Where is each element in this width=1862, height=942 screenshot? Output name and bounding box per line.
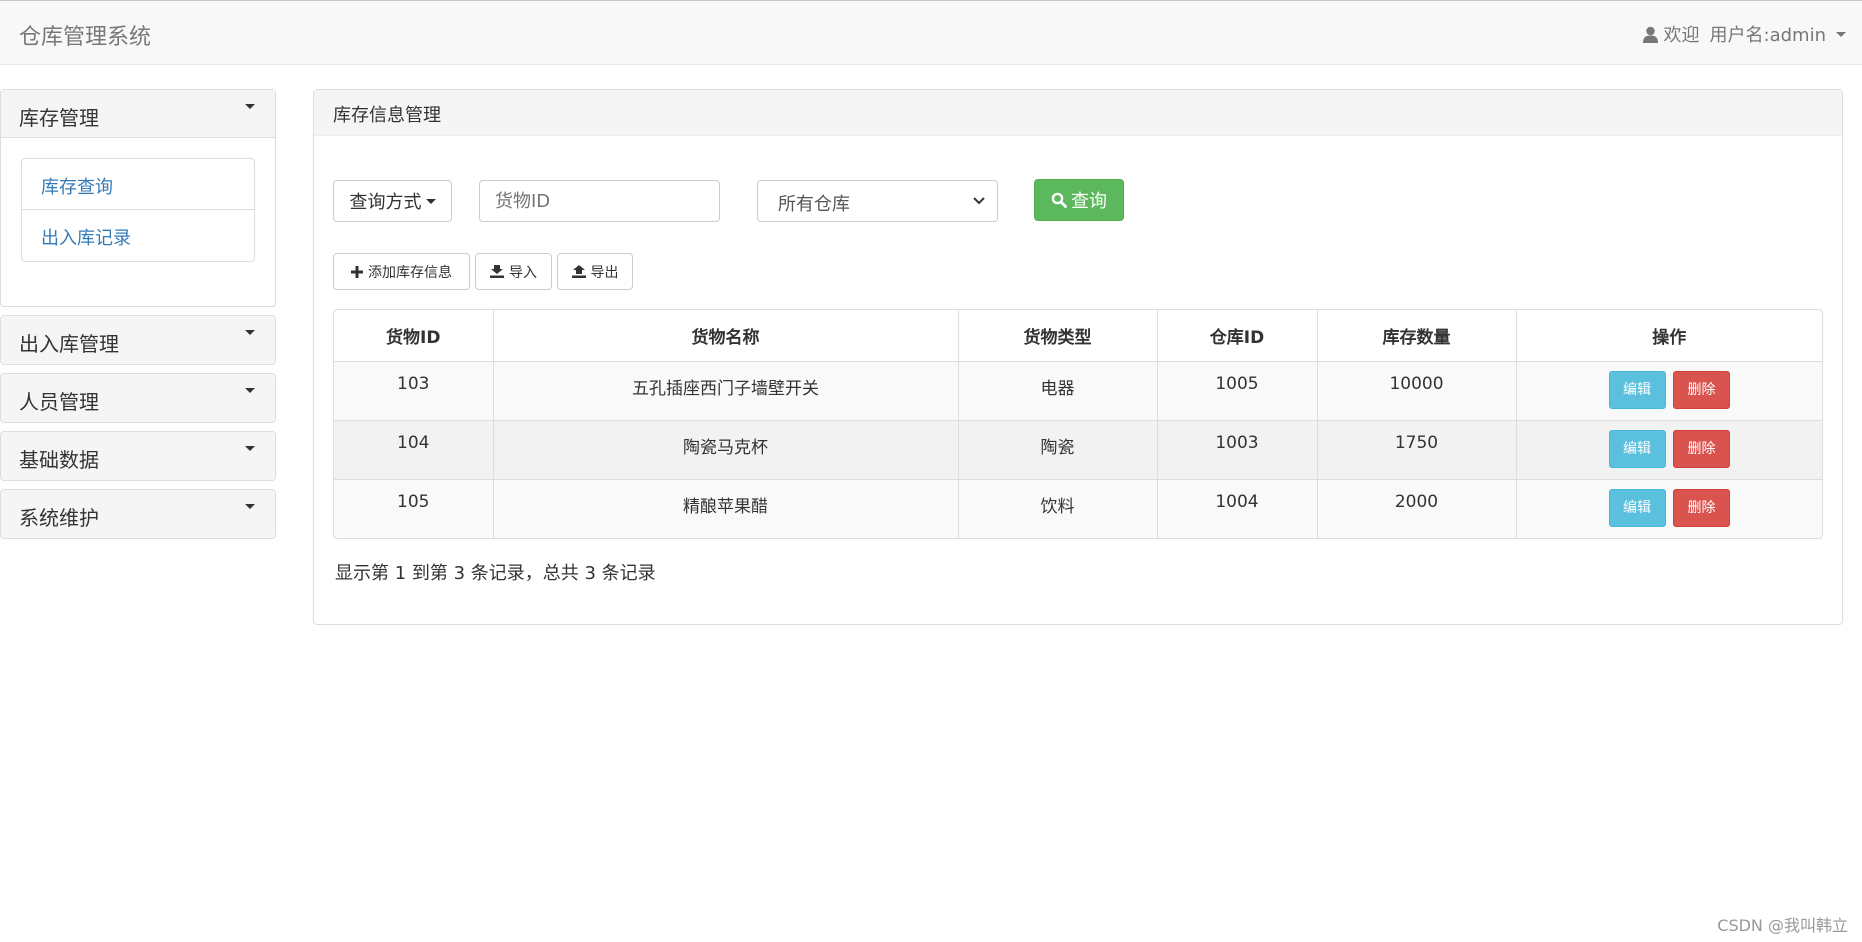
column-header: 操作: [1516, 310, 1822, 362]
query-mode-label: 查询方式: [349, 192, 422, 213]
chevron-down-icon: [245, 330, 255, 335]
goods-id-cell: 104: [334, 420, 494, 480]
actions-cell: 编辑 删除: [1516, 420, 1822, 480]
sidebar-item-inventory-query[interactable]: 库存查询: [22, 159, 254, 210]
table-row[interactable]: 103 五孔插座西门子墙壁开关 电器 1005 10000 编辑 删除: [334, 361, 1822, 421]
sidebar-group-title: 系统维护: [19, 506, 99, 530]
column-header[interactable]: 货物类型: [958, 310, 1158, 362]
add-inventory-button[interactable]: 添加库存信息: [333, 253, 470, 290]
goods-name-cell: 陶瓷马克杯: [493, 420, 959, 480]
export-icon: [571, 265, 586, 278]
search-icon: [1051, 192, 1067, 208]
table-header-row: 货物ID 货物名称 货物类型 仓库ID 库存数量 操作: [334, 310, 1822, 362]
warehouse-select[interactable]: 所有仓库: [757, 180, 998, 222]
goods-id-cell: 103: [334, 361, 494, 421]
goods-name-cell: 五孔插座西门子墙壁开关: [493, 361, 959, 421]
chevron-down-icon: [245, 504, 255, 509]
sidebar-group-system: 系统维护: [0, 489, 276, 539]
app-brand[interactable]: 仓库管理系统: [19, 19, 151, 51]
search-button[interactable]: 查询: [1034, 179, 1124, 221]
sidebar-group-in-out: 出入库管理: [0, 315, 276, 365]
column-header[interactable]: 货物ID: [334, 310, 494, 362]
edit-button[interactable]: 编辑: [1608, 370, 1666, 409]
add-button-label: 添加库存信息: [368, 264, 452, 281]
actions-cell: 编辑 删除: [1516, 361, 1822, 421]
export-button[interactable]: 导出: [557, 253, 633, 290]
goods-type-cell: 饮料: [958, 479, 1158, 538]
column-header[interactable]: 货物名称: [493, 310, 959, 362]
sidebar-group-inventory: 库存管理 库存查询 出入库记录: [0, 89, 276, 307]
column-header[interactable]: 库存数量: [1317, 310, 1517, 362]
warehouse-select-value: 所有仓库: [778, 194, 850, 215]
username-text: 用户名:admin: [1709, 25, 1826, 46]
chevron-down-icon: [1836, 31, 1846, 37]
user-menu[interactable]: 欢迎 用户名:admin: [1642, 21, 1846, 47]
edit-button[interactable]: 编辑: [1608, 488, 1666, 527]
delete-button[interactable]: 删除: [1672, 488, 1730, 527]
chevron-down-icon: [245, 446, 255, 451]
plus-icon: [351, 265, 363, 278]
goods-type-cell: 电器: [958, 361, 1158, 421]
search-button-label: 查询: [1071, 191, 1107, 212]
sidebar-group-personnel: 人员管理: [0, 373, 276, 423]
sidebar-group-header[interactable]: 人员管理: [1, 374, 275, 422]
query-mode-dropdown[interactable]: 查询方式: [333, 180, 452, 222]
sidebar-group-basic-data: 基础数据: [0, 431, 276, 481]
goods-id-cell: 105: [334, 479, 494, 538]
sidebar-group-title: 基础数据: [19, 448, 99, 472]
sidebar-group-header[interactable]: 出入库管理: [1, 316, 275, 364]
warehouse-id-cell: 1004: [1157, 479, 1318, 538]
chevron-down-icon: [425, 198, 436, 204]
panel-title: 库存信息管理: [314, 90, 1842, 136]
import-button[interactable]: 导入: [475, 253, 552, 290]
welcome-text: 欢迎: [1663, 25, 1700, 46]
delete-button[interactable]: 删除: [1672, 429, 1730, 468]
table-row[interactable]: 104 陶瓷马克杯 陶瓷 1003 1750 编辑 删除: [334, 420, 1822, 480]
quantity-cell: 10000: [1317, 361, 1517, 421]
actions-cell: 编辑 删除: [1516, 479, 1822, 538]
table-row[interactable]: 105 精酿苹果醋 饮料 1004 2000 编辑 删除: [334, 479, 1822, 538]
delete-button[interactable]: 删除: [1672, 370, 1730, 409]
chevron-down-icon: [245, 104, 255, 109]
column-header[interactable]: 仓库ID: [1157, 310, 1318, 362]
warehouse-id-cell: 1005: [1157, 361, 1318, 421]
watermark: CSDN @我叫韩立: [1717, 916, 1848, 935]
sidebar-group-title: 库存管理: [19, 106, 99, 130]
sidebar-group-header[interactable]: 库存管理: [1, 90, 275, 138]
edit-button[interactable]: 编辑: [1608, 429, 1666, 468]
quantity-cell: 2000: [1317, 479, 1517, 538]
top-navbar: 仓库管理系统 欢迎 用户名:admin: [0, 0, 1862, 65]
inventory-table: 货物ID 货物名称 货物类型 仓库ID 库存数量 操作 103 五孔插座西门子墙…: [333, 309, 1823, 539]
quantity-cell: 1750: [1317, 420, 1517, 480]
sidebar-group-title: 出入库管理: [19, 332, 119, 356]
sidebar-group-header[interactable]: 基础数据: [1, 432, 275, 480]
sidebar-group-body: 库存查询 出入库记录: [1, 138, 275, 306]
import-button-label: 导入: [509, 264, 537, 281]
user-icon: [1642, 26, 1658, 43]
goods-type-cell: 陶瓷: [958, 420, 1158, 480]
sidebar-list: 库存查询 出入库记录: [21, 158, 255, 262]
sidebar: 库存管理 库存查询 出入库记录 出入库管理 人员管理 基础数据 系统维护: [0, 89, 276, 547]
pagination-info: 显示第 1 到第 3 条记录，总共 3 条记录: [335, 563, 656, 584]
sidebar-item-in-out-records[interactable]: 出入库记录: [22, 210, 254, 261]
warehouse-id-cell: 1003: [1157, 420, 1318, 480]
import-icon: [490, 265, 504, 278]
sidebar-group-title: 人员管理: [19, 390, 99, 414]
goods-id-input[interactable]: [479, 180, 720, 222]
export-button-label: 导出: [590, 264, 619, 281]
inventory-panel: 库存信息管理 查询方式 所有仓库 查询 添加库存信息 导入 导出: [313, 89, 1843, 625]
sidebar-group-header[interactable]: 系统维护: [1, 490, 275, 538]
chevron-down-icon: [973, 191, 985, 211]
goods-name-cell: 精酿苹果醋: [493, 479, 959, 538]
chevron-down-icon: [245, 388, 255, 393]
